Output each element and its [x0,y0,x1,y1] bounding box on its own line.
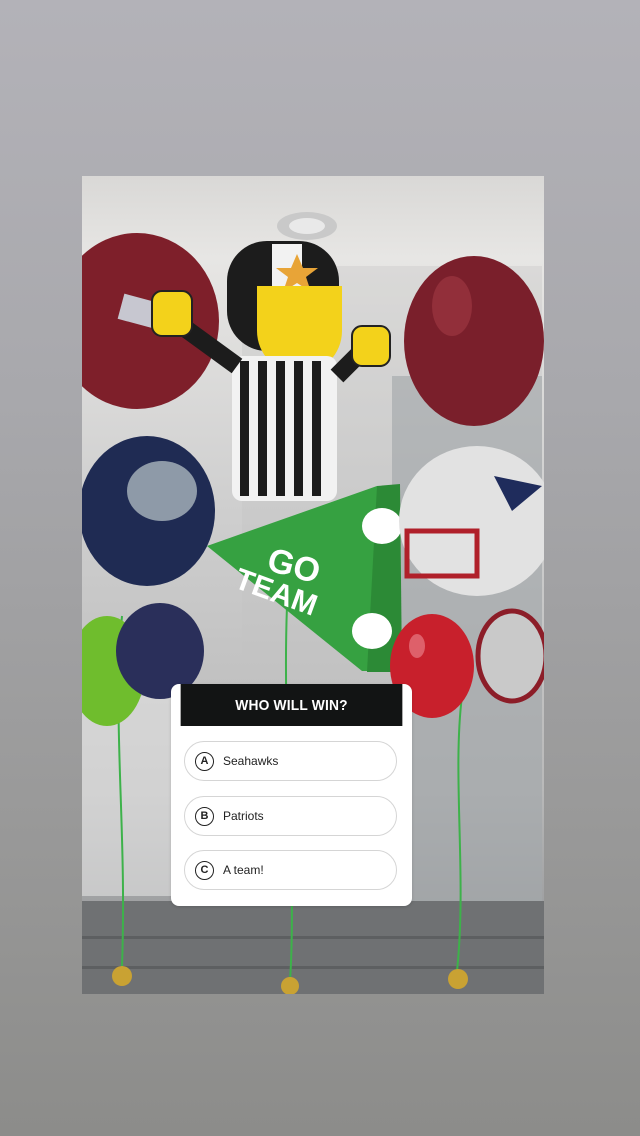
option-letter-a: A [195,751,214,771]
option-letter-c: C [195,860,214,880]
poll-option-c[interactable]: C A team! [184,850,397,890]
option-label-b: Patriots [223,809,264,823]
poll-option-a[interactable]: A Seahawks [184,741,397,781]
poll-question: WHO WILL WIN? [180,684,403,726]
poll-sticker: WHO WILL WIN? A Seahawks B Patriots C A … [171,684,412,906]
option-label-a: Seahawks [223,754,279,768]
option-label-c: A team! [223,863,264,877]
option-letter-b: B [195,806,214,826]
poll-option-b[interactable]: B Patriots [184,796,397,836]
